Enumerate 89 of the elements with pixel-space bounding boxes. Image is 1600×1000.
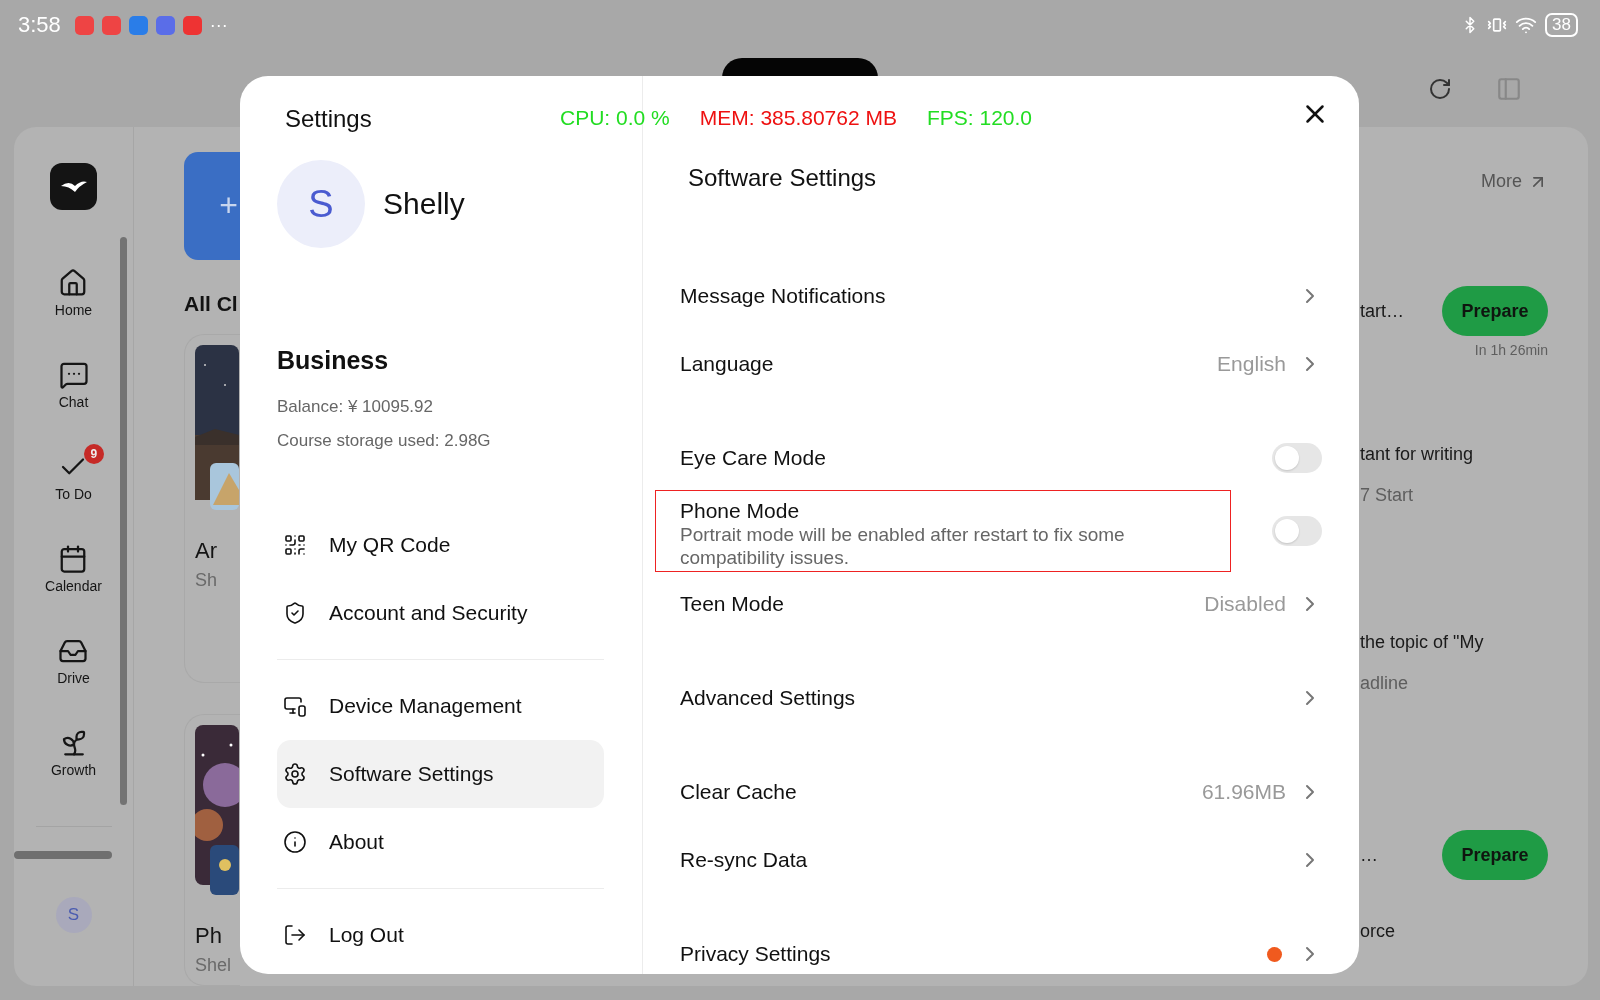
setting-label: Privacy Settings: [680, 942, 831, 966]
setting-value: 61.96MB: [1201, 780, 1286, 804]
profile-name: Shelly: [383, 187, 465, 221]
refresh-icon[interactable]: [1428, 76, 1452, 101]
app-icon: [155, 15, 175, 35]
feed-subtitle: adline: [1360, 673, 1410, 694]
class-owner: Shel: [195, 955, 233, 977]
menu-item[interactable]: Account and Security: [277, 579, 604, 647]
feed-title: tant for writing: [1360, 444, 1474, 465]
class-title: Ph: [195, 923, 223, 950]
menu-item[interactable]: My QR Code: [277, 511, 604, 579]
nav-label: Calendar: [45, 578, 102, 594]
nav-label: Drive: [57, 670, 90, 686]
setting-row[interactable]: Language English: [655, 330, 1322, 398]
feed-title: tart…: [1360, 300, 1404, 322]
chat-bubble-icon: [58, 360, 89, 390]
log-out-icon: [283, 923, 307, 947]
count-badge: 9: [83, 444, 104, 464]
setting-value: English: [1217, 352, 1286, 376]
setting-label: Re-sync Data: [680, 848, 808, 872]
setting-row[interactable]: Re-sync Data: [655, 826, 1322, 894]
status-time: 3:58: [18, 12, 61, 38]
feed-subtitle: 7 Start: [1360, 485, 1415, 506]
nav-item[interactable]: Calendar: [29, 534, 118, 626]
setting-row[interactable]: Clear Cache 61.96MB: [655, 758, 1322, 826]
setting-row[interactable]: Phone Mode Portrait mode will be enabled after restart to fix some compatibility issues.: [655, 492, 1322, 570]
setting-label: Eye Care Mode: [680, 446, 826, 470]
menu-item[interactable]: Software Settings: [277, 740, 604, 808]
balance-text: Balance: ¥ 10095.92: [277, 397, 434, 417]
qr-code-icon: [283, 533, 307, 557]
nav-label: Home: [54, 302, 93, 318]
section-heading: All Cl: [184, 291, 239, 316]
setting-label: Advanced Settings: [680, 686, 856, 710]
overflow-text: ···: [209, 14, 228, 36]
setting-label: Message Notifications: [680, 284, 886, 308]
time-note: In 1h 26min: [1474, 342, 1548, 358]
shield-check-icon: [283, 601, 307, 625]
battery-level: 38: [1545, 13, 1578, 37]
setting-row[interactable]: Teen Mode Disabled: [655, 570, 1322, 638]
devices-icon: [283, 694, 307, 718]
nav-label: Chat: [58, 394, 89, 410]
setting-value: Disabled: [1204, 592, 1286, 616]
app-icon: [128, 15, 148, 35]
metric-readout: CPU: 0.0 %: [560, 106, 670, 130]
nav-label: To Do: [55, 486, 92, 502]
profile-avatar: S: [277, 160, 365, 248]
setting-label: Language: [680, 352, 774, 376]
info-icon: [283, 830, 307, 854]
nav-item[interactable]: Drive: [41, 626, 106, 718]
plan-name: Business: [277, 346, 390, 375]
prepare-button[interactable]: Prepare: [1442, 830, 1548, 880]
setting-row[interactable]: Privacy Settings: [655, 920, 1322, 974]
setting-row[interactable]: Advanced Settings: [655, 664, 1322, 732]
sidebar-toggle-icon[interactable]: [1496, 75, 1522, 102]
app-icon: [74, 15, 94, 35]
menu-item[interactable]: Log Out: [277, 901, 604, 969]
setting-description: Portrait mode will be enabled after restart to fix some compatibility issues.: [680, 523, 1126, 569]
setting-label: Phone Mode: [680, 499, 801, 523]
nav-item[interactable]: 9 To Do: [39, 442, 108, 534]
app-icon: [182, 15, 202, 35]
setting-row[interactable]: Eye Care Mode: [655, 424, 1322, 492]
nav-item[interactable]: Chat: [42, 350, 105, 442]
class-card[interactable]: Ar Sh: [184, 333, 240, 684]
setting-label: Teen Mode: [680, 592, 784, 616]
feed-title: the topic of "My: [1360, 632, 1484, 653]
nav-item[interactable]: Growth: [34, 718, 113, 810]
class-title: Ar: [195, 537, 218, 564]
setting-row[interactable]: Message Notifications: [655, 262, 1322, 330]
panel-title: Software Settings: [688, 164, 877, 192]
feed-title: orce: [1360, 921, 1395, 942]
nav-label: Growth: [50, 762, 97, 778]
more-link[interactable]: More: [1481, 171, 1548, 192]
class-owner: Sh: [195, 569, 219, 591]
feed-title: …: [1360, 844, 1378, 866]
setting-label: Clear Cache: [680, 780, 797, 804]
toggle-switch[interactable]: [1272, 443, 1322, 473]
app-icon: [101, 15, 121, 35]
vibrate-icon: [1487, 15, 1508, 35]
metric-readout: MEM: 385.80762 MB: [699, 106, 897, 130]
menu-item[interactable]: About: [277, 808, 604, 876]
toggle-switch[interactable]: [1272, 516, 1322, 546]
dialog-title: Settings: [285, 105, 372, 133]
prepare-button[interactable]: Prepare: [1442, 286, 1548, 336]
app-logo: [50, 163, 97, 210]
menu-item[interactable]: Device Management: [277, 672, 604, 740]
settings-icon: [283, 762, 307, 786]
metric-readout: FPS: 120.0: [927, 106, 1033, 130]
nav-item[interactable]: Home: [38, 258, 109, 350]
storage-text: Course storage used: 2.98G: [277, 431, 492, 451]
